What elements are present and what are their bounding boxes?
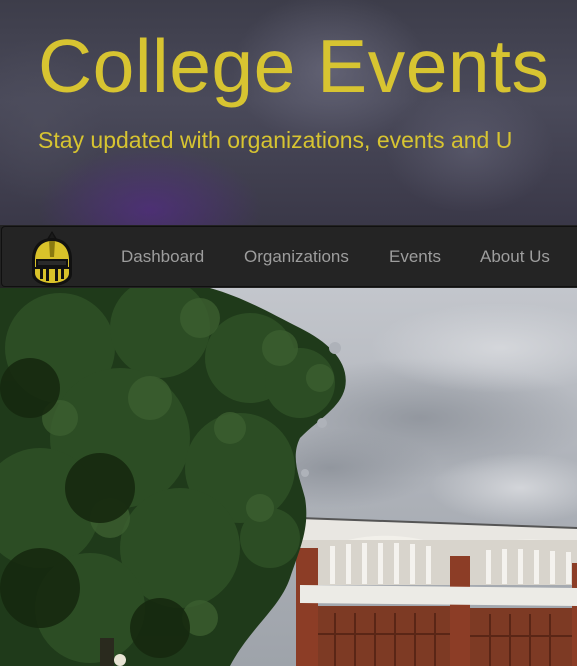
nav-organizations[interactable]: Organizations: [244, 246, 349, 268]
page: College Events Stay updated with organiz…: [0, 0, 577, 666]
knight-helmet-icon[interactable]: [27, 229, 77, 287]
campus-building-photo: [0, 288, 577, 666]
page-header: College Events Stay updated with organiz…: [0, 0, 577, 225]
main-navbar: Dashboard Organizations Events About Us: [1, 226, 577, 287]
nav-about-us[interactable]: About Us: [480, 246, 550, 268]
page-subtitle: Stay updated with organizations, events …: [38, 127, 513, 153]
nav-events[interactable]: Events: [389, 246, 441, 268]
nav-dashboard[interactable]: Dashboard: [121, 246, 204, 268]
page-title: College Events: [38, 24, 550, 108]
